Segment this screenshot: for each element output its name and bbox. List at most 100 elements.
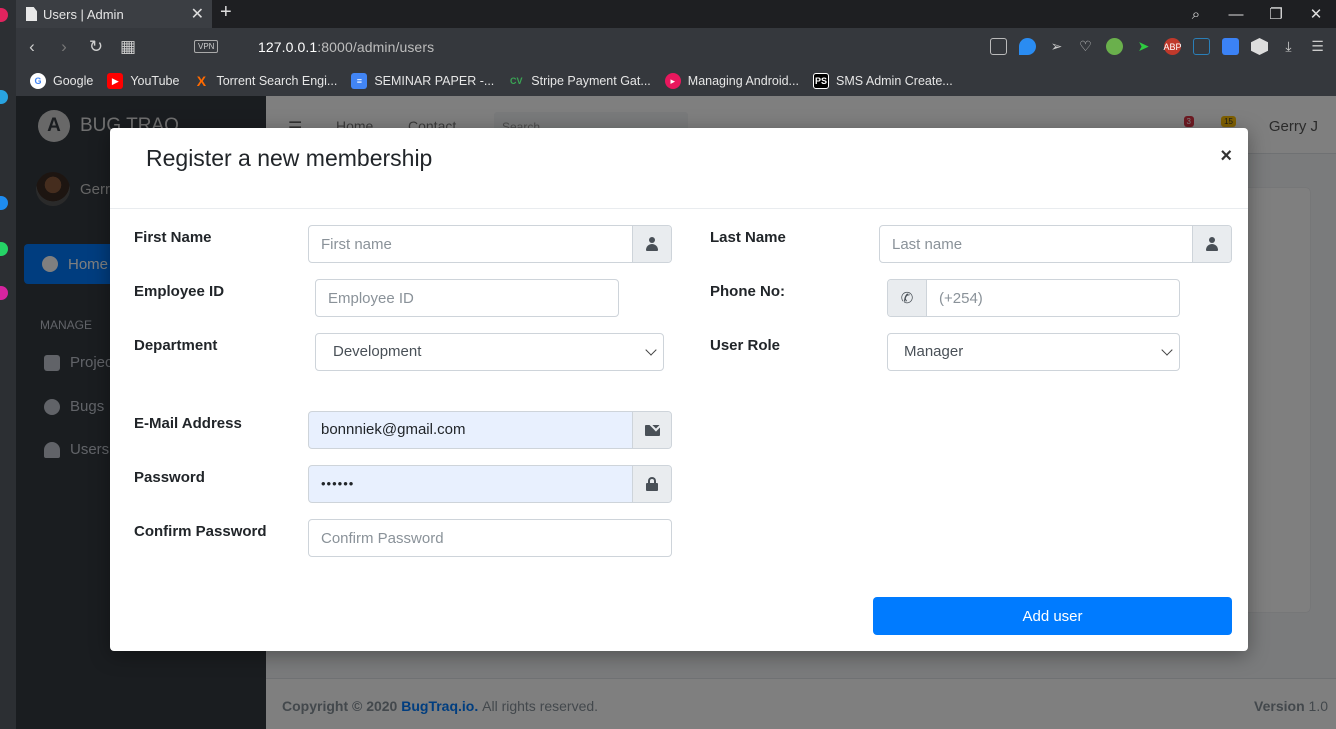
bookmark-sms[interactable]: PS SMS Admin Create... — [812, 73, 953, 89]
ps-icon: PS — [812, 73, 829, 89]
user-icon-addon — [1192, 226, 1231, 262]
employee-id-group — [315, 279, 619, 317]
employee-id-input[interactable] — [316, 280, 618, 316]
user-role-select[interactable]: Manager — [887, 333, 1180, 371]
lock-icon — [646, 477, 658, 491]
envelope-icon — [644, 424, 660, 436]
phone-input[interactable] — [927, 280, 1179, 316]
minimize-icon[interactable]: — — [1216, 6, 1256, 23]
extension-box-icon[interactable] — [1193, 38, 1210, 55]
forward-icon[interactable]: › — [48, 37, 80, 57]
department-label: Department — [134, 337, 218, 354]
bookmarks-bar: G Google ▶ YouTube X Torrent Search Engi… — [16, 66, 1336, 96]
url-path: :8000/admin/users — [317, 39, 435, 55]
bookmark-label: YouTube — [130, 74, 180, 88]
confirm-password-group — [308, 519, 672, 557]
tab-title: Users | Admin — [43, 6, 124, 22]
extension-arrow-icon[interactable]: ➤ — [1135, 38, 1152, 55]
video-icon: ▸ — [664, 73, 681, 89]
first-name-input[interactable] — [309, 226, 632, 262]
user-icon — [1206, 237, 1218, 251]
confirm-password-input[interactable] — [309, 520, 671, 556]
phone-icon: ✆ — [900, 290, 914, 307]
extensions-row: ➢ ♡ ➤ ABP ⤓ ☰ — [990, 38, 1326, 55]
phone-icon-addon: ✆ — [888, 280, 927, 316]
extension-green-icon[interactable] — [1106, 38, 1123, 55]
bookmark-seminar[interactable]: ≡ SEMINAR PAPER -... — [351, 73, 494, 89]
user-icon-addon — [632, 226, 671, 262]
bookmark-label: Stripe Payment Gat... — [531, 74, 651, 88]
modal-title: Register a new membership — [146, 145, 433, 171]
cube-icon[interactable] — [1251, 38, 1268, 55]
password-label: Password — [134, 469, 205, 486]
chevron-down-icon — [1161, 344, 1173, 356]
first-name-label: First Name — [134, 229, 212, 246]
new-tab-icon[interactable]: + — [220, 1, 232, 24]
back-icon[interactable]: ‹ — [16, 37, 48, 57]
last-name-input[interactable] — [880, 226, 1192, 262]
send-icon[interactable]: ➢ — [1048, 38, 1065, 55]
browser-tab[interactable]: Users | Admin ✕ — [16, 0, 212, 28]
email-label: E-Mail Address — [134, 415, 242, 432]
bookmark-android[interactable]: ▸ Managing Android... — [664, 73, 799, 89]
rail-app-icon[interactable] — [0, 90, 8, 104]
search-tabs-icon[interactable]: ⌕ — [1176, 6, 1216, 23]
instagram-icon[interactable] — [0, 286, 8, 300]
close-window-icon[interactable]: ✕ — [1296, 5, 1336, 23]
lock-icon-addon — [632, 466, 671, 502]
first-name-group — [308, 225, 672, 263]
messenger-icon[interactable] — [0, 196, 8, 210]
envelope-icon-addon — [632, 412, 671, 448]
bookmark-label: Google — [53, 74, 94, 88]
password-field[interactable]: •••••• — [309, 466, 632, 502]
url-host: 127.0.0.1 — [258, 39, 318, 55]
user-icon — [646, 237, 658, 251]
phone-label: Phone No: — [710, 283, 785, 300]
docs-icon: ≡ — [351, 73, 368, 89]
google-icon: G — [30, 73, 46, 89]
heart-icon[interactable]: ♡ — [1077, 38, 1094, 55]
reload-icon[interactable]: ↻ — [80, 37, 112, 57]
restore-icon[interactable]: ❐ — [1256, 5, 1296, 23]
url-field[interactable]: 127.0.0.1:8000/admin/users — [258, 39, 434, 55]
extension-pen-icon[interactable] — [1222, 38, 1239, 55]
last-name-group — [879, 225, 1232, 263]
bookmark-youtube[interactable]: ▶ YouTube — [107, 73, 179, 89]
register-modal: Register a new membership × First Name L… — [110, 128, 1248, 651]
phone-group: ✆ — [887, 279, 1180, 317]
bookmark-google[interactable]: G Google — [30, 73, 93, 89]
password-group: •••••• — [308, 465, 672, 503]
menu-icon[interactable]: ☰ — [1309, 38, 1326, 55]
department-select[interactable]: Development — [315, 333, 664, 371]
whatsapp-icon[interactable] — [0, 242, 8, 256]
bookmark-label: Torrent Search Engi... — [216, 74, 338, 88]
browser-titlebar: Users | Admin ✕ + ⌕ — ❐ ✕ — [16, 0, 1336, 28]
shield-icon[interactable] — [1019, 38, 1036, 55]
confirm-password-label: Confirm Password — [134, 523, 267, 540]
bookmark-label: SMS Admin Create... — [835, 74, 953, 88]
torrent-icon: X — [196, 73, 207, 89]
add-user-button[interactable]: Add user — [873, 597, 1232, 635]
bookmark-stripe[interactable]: CV Stripe Payment Gat... — [508, 73, 651, 89]
cv-icon: CV — [510, 76, 523, 86]
vpn-badge[interactable]: VPN — [194, 40, 219, 53]
modal-header: Register a new membership × — [110, 128, 1248, 209]
tab-grid-icon[interactable]: ▦ — [112, 37, 144, 57]
chevron-down-icon — [645, 344, 657, 356]
employee-id-label: Employee ID — [134, 283, 225, 300]
close-icon[interactable]: × — [1220, 145, 1232, 168]
bookmark-label: Managing Android... — [687, 74, 799, 88]
opera-icon[interactable] — [0, 8, 8, 22]
download-icon[interactable]: ⤓ — [1280, 38, 1297, 55]
bookmark-torrent[interactable]: X Torrent Search Engi... — [193, 73, 338, 89]
document-icon — [26, 7, 37, 21]
window-controls: ⌕ — ❐ ✕ — [1176, 0, 1336, 28]
youtube-icon: ▶ — [107, 73, 124, 89]
email-group: bonnniek@gmail.com — [308, 411, 672, 449]
address-bar: ‹ › ↻ ▦ VPN 127.0.0.1:8000/admin/users ➢… — [16, 28, 1336, 66]
user-role-label: User Role — [710, 337, 781, 354]
email-field[interactable]: bonnniek@gmail.com — [309, 412, 632, 448]
camera-icon[interactable] — [990, 38, 1007, 55]
close-tab-icon[interactable]: ✕ — [191, 4, 204, 24]
adblock-icon[interactable]: ABP — [1164, 38, 1182, 55]
